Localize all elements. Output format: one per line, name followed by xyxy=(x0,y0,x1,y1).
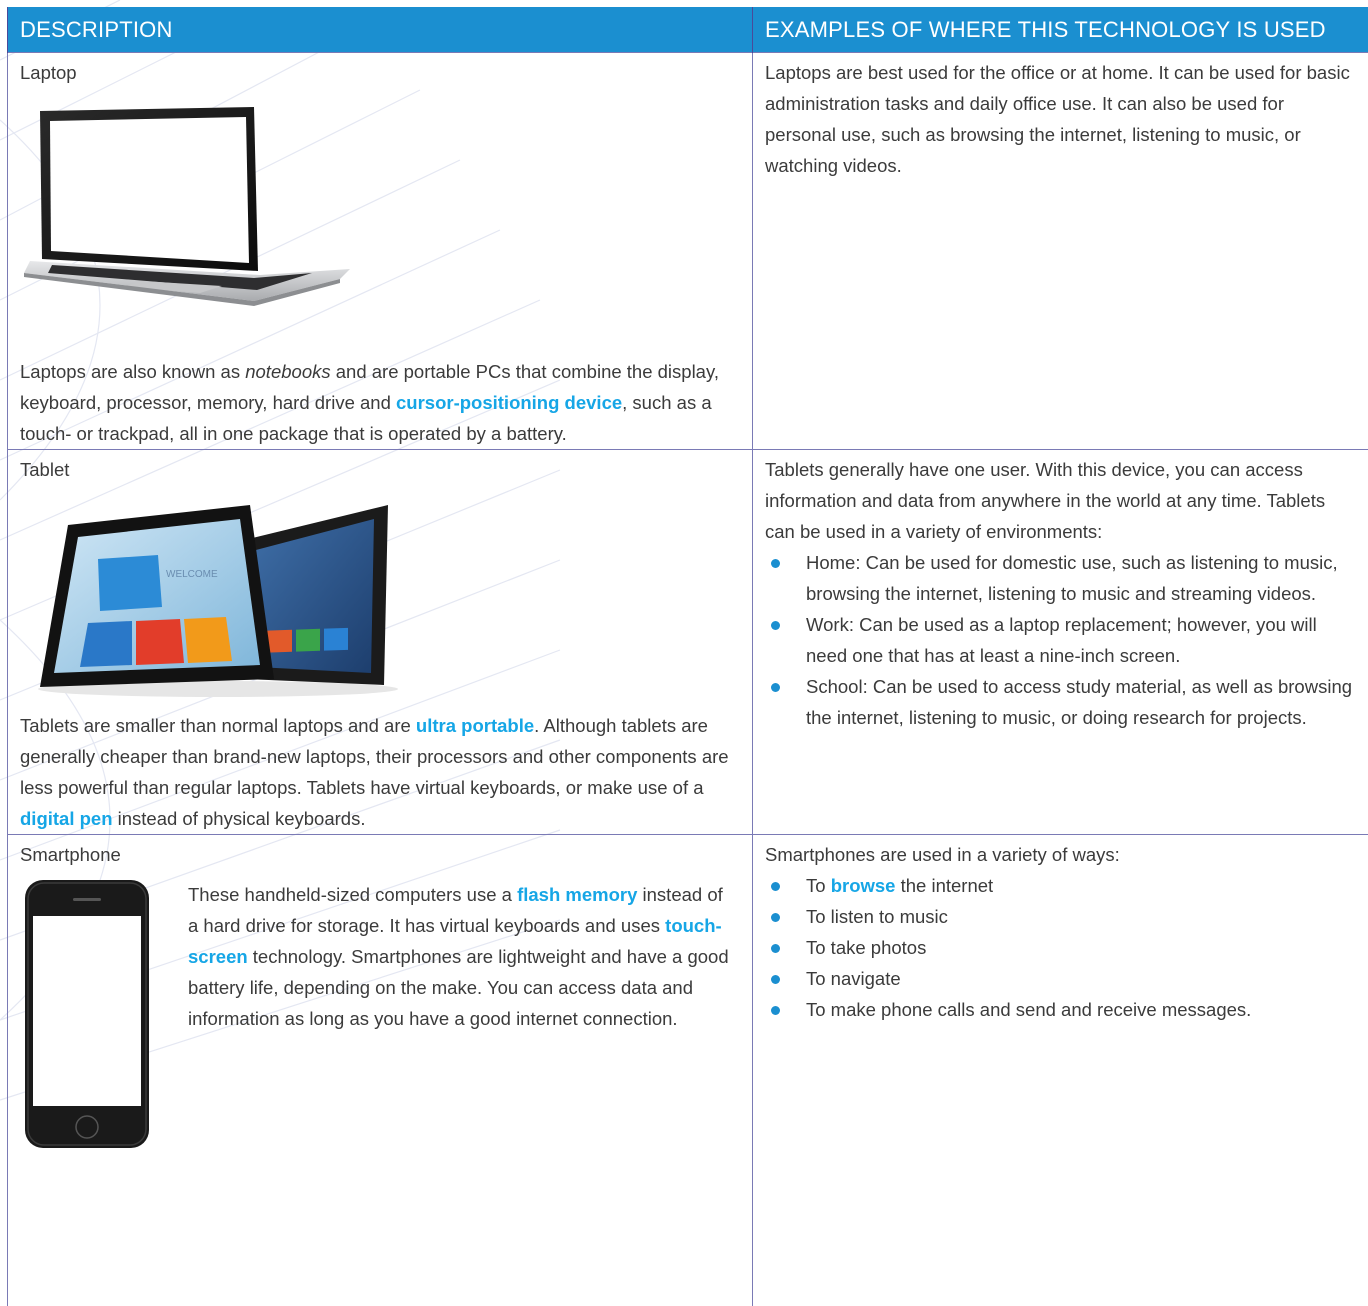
smartphone-description-text: These handheld-sized computers use a fla… xyxy=(188,879,732,1160)
keyword-link-flash-memory[interactable]: flash memory xyxy=(517,884,637,905)
keyword-link-cursor-positioning-device[interactable]: cursor-positioning device xyxy=(396,392,622,413)
smartphone-description-cell: Smartphone These hand xyxy=(8,835,753,1306)
technology-table: DESCRIPTION EXAMPLES OF WHERE THIS TECHN… xyxy=(7,7,1368,1306)
smartphone-content: These handheld-sized computers use a fla… xyxy=(20,876,732,1160)
list-item: To take photos xyxy=(765,932,1354,963)
tablet-examples-list: Home: Can be used for domestic use, such… xyxy=(765,547,1354,733)
list-item: Home: Can be used for domestic use, such… xyxy=(765,547,1354,609)
tablet-description-text: Tablets are smaller than normal laptops … xyxy=(20,710,732,834)
smartphone-image xyxy=(23,876,153,1160)
table-header-row: DESCRIPTION EXAMPLES OF WHERE THIS TECHN… xyxy=(8,7,1368,53)
tablet-examples-cell: Tablets generally have one user. With th… xyxy=(753,450,1368,835)
tablet-welcome-text: WELCOME xyxy=(166,569,218,580)
list-item: To browse the internet xyxy=(765,870,1354,901)
list-item: To navigate xyxy=(765,963,1354,994)
smartphone-examples-list: To browse the internet To listen to musi… xyxy=(765,870,1354,1025)
row-label-laptop: Laptop xyxy=(20,57,732,88)
tablet-description-cell: Tablet xyxy=(8,450,753,835)
row-label-smartphone: Smartphone xyxy=(20,839,732,870)
table-row-tablet: Tablet xyxy=(8,450,1368,835)
keyword-link-browse[interactable]: browse xyxy=(831,875,896,896)
list-item: To listen to music xyxy=(765,901,1354,932)
list-item: Work: Can be used as a laptop replacemen… xyxy=(765,609,1354,671)
laptop-description-text: Laptops are also known as notebooks and … xyxy=(20,356,732,449)
list-item: School: Can be used to access study mate… xyxy=(765,671,1354,733)
term-notebooks: notebooks xyxy=(245,361,330,382)
laptop-examples-text: Laptops are best used for the office or … xyxy=(765,57,1354,181)
keyword-link-ultra-portable[interactable]: ultra portable xyxy=(416,715,534,736)
smartphone-examples-intro: Smartphones are used in a variety of way… xyxy=(765,839,1354,870)
tablet-image: WELCOME xyxy=(20,485,732,708)
list-item: To make phone calls and send and receive… xyxy=(765,994,1354,1025)
smartphone-examples-cell: Smartphones are used in a variety of way… xyxy=(753,835,1368,1306)
table-row-laptop: Laptop xyxy=(8,53,1368,450)
tablet-examples-intro: Tablets generally have one user. With th… xyxy=(765,454,1354,547)
laptop-image xyxy=(20,88,732,322)
laptop-examples-cell: Laptops are best used for the office or … xyxy=(753,53,1368,450)
table-row-smartphone: Smartphone These hand xyxy=(8,835,1368,1306)
keyword-link-digital-pen[interactable]: digital pen xyxy=(20,808,113,829)
technology-table-container: DESCRIPTION EXAMPLES OF WHERE THIS TECHN… xyxy=(7,7,1368,1234)
header-description: DESCRIPTION xyxy=(8,7,753,53)
header-examples: EXAMPLES OF WHERE THIS TECHNOLOGY IS USE… xyxy=(753,7,1368,53)
row-label-tablet: Tablet xyxy=(20,454,732,485)
laptop-description-cell: Laptop xyxy=(8,53,753,450)
